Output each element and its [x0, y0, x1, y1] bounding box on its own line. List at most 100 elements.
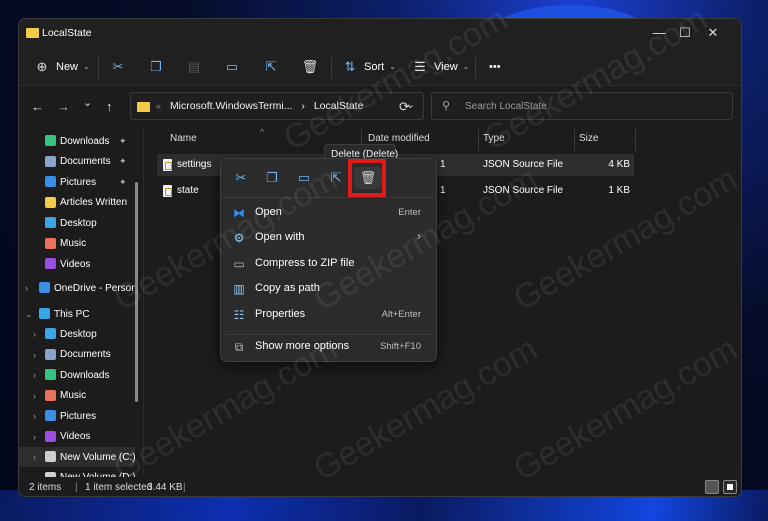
expand-chevron-icon[interactable]: ›: [25, 283, 28, 293]
collapse-chevron-icon[interactable]: ⌄: [25, 309, 33, 320]
copy-button[interactable]: ❐: [147, 55, 165, 79]
status-bar: 2 items | 1 item selected 3.44 KB |: [19, 477, 741, 496]
sidebar-item-videos[interactable]: Videos: [19, 254, 135, 274]
cut-button[interactable]: ✂: [109, 55, 127, 79]
menu-item-label: Open: [255, 206, 282, 218]
menu-item-show-more-options[interactable]: ⧉ Show more options Shift+F10: [225, 335, 433, 359]
expand-chevron-icon[interactable]: ›: [33, 329, 36, 339]
cm-copy-button[interactable]: ❐: [258, 167, 286, 189]
expand-chevron-icon[interactable]: ›: [33, 452, 36, 462]
sidebar-item-pictures[interactable]: Pictures ✦: [19, 172, 135, 192]
sidebar-item-pc-pictures[interactable]: › Pictures: [19, 406, 135, 426]
details-view-button[interactable]: [705, 480, 719, 494]
pane-divider[interactable]: [143, 127, 144, 477]
sidebar-item-this-pc[interactable]: ⌄ This PC: [19, 304, 135, 324]
up-button[interactable]: ↑: [106, 99, 113, 114]
articles-written-icon: [45, 196, 56, 208]
cm-share-button[interactable]: ⇱: [322, 167, 350, 189]
breadcrumb-current[interactable]: LocalState: [314, 100, 364, 112]
expand-chevron-icon[interactable]: ›: [33, 350, 36, 360]
sidebar-item-pc-music[interactable]: › Music: [19, 386, 135, 406]
column-header-type[interactable]: Type: [483, 133, 505, 144]
sidebar-item-label: Music: [60, 238, 87, 249]
search-box[interactable]: ⚲ Search LocalState: [431, 92, 733, 120]
refresh-button[interactable]: ⟳: [399, 99, 410, 115]
menu-item-label: Show more options: [255, 340, 350, 352]
chevron-down-icon: ⌄: [83, 62, 90, 71]
minimize-button[interactable]: —: [645, 22, 673, 44]
sidebar-item-pc-videos[interactable]: › Videos: [19, 427, 135, 447]
menu-item-label: Properties: [255, 308, 306, 320]
expand-chevron-icon[interactable]: ›: [33, 370, 36, 380]
maximize-button[interactable]: ☐: [671, 22, 699, 44]
cm-cut-button[interactable]: ✂: [227, 167, 255, 189]
breadcrumb-parent[interactable]: Microsoft.WindowsTermi...: [170, 100, 293, 112]
column-divider[interactable]: [478, 129, 479, 151]
sidebar-item-label: Desktop: [60, 328, 97, 340]
file-type: JSON Source File: [483, 159, 564, 170]
pin-icon: ✦: [119, 156, 127, 166]
expand-chevron-icon[interactable]: ›: [33, 411, 36, 421]
address-bar[interactable]: « Microsoft.WindowsTermi... › LocalState…: [130, 92, 424, 120]
sidebar-item-label: Documents: [60, 156, 111, 167]
sidebar-item-articles-written[interactable]: Articles Written: [19, 193, 135, 213]
sidebar-item-label: Pictures: [60, 410, 97, 422]
back-button[interactable]: ←: [31, 99, 44, 114]
sort-button[interactable]: ⇅ Sort ⌄: [341, 55, 396, 79]
cm-rename-button[interactable]: ▭: [290, 167, 318, 189]
paste-button[interactable]: ▤: [185, 55, 203, 79]
menu-item-compress-zip[interactable]: ▭ Compress to ZIP file: [225, 252, 433, 276]
sidebar-item-onedrive[interactable]: › OneDrive - Person: [19, 278, 137, 298]
column-divider[interactable]: [574, 129, 575, 151]
view-button[interactable]: ☰ View ⌄: [411, 55, 469, 79]
new-button[interactable]: ⊕ New ⌄: [33, 55, 90, 79]
share-button[interactable]: ⇱: [262, 55, 280, 79]
sidebar-item-label: Downloads: [60, 135, 110, 147]
music-icon: [45, 237, 56, 249]
folder-icon: [26, 28, 39, 38]
view-list-icon: ☰: [414, 59, 426, 74]
menu-item-properties[interactable]: ☷ Properties Alt+Enter: [225, 303, 433, 327]
menu-item-open-with[interactable]: ⚙ Open with ›: [225, 226, 433, 250]
sidebar-item-documents[interactable]: Documents ✦: [19, 152, 135, 172]
column-divider[interactable]: [635, 129, 636, 151]
pin-icon: ✦: [119, 135, 127, 146]
breadcrumb-separator[interactable]: ›: [301, 100, 305, 112]
sidebar-item-pc-documents[interactable]: › Documents: [19, 345, 135, 365]
share-icon: ⇱: [265, 59, 277, 74]
expand-chevron-icon[interactable]: ›: [33, 391, 36, 401]
rename-button[interactable]: ▭: [223, 55, 241, 79]
delete-button[interactable]: 🗑: [301, 55, 319, 79]
context-menu: ✂ ❐ ▭ ⇱ 🗑 ⧓ Open Enter ⚙ Open with › ▭ C…: [220, 158, 437, 362]
sidebar-item-music[interactable]: Music: [19, 234, 135, 254]
sidebar-item-label: OneDrive - Person: [54, 282, 137, 294]
sidebar-item-pc-new-volume-d[interactable]: ›New Volume (D:): [19, 468, 136, 477]
sidebar-item-pc-new-volume-c[interactable]: › New Volume (C:): [19, 447, 136, 467]
sidebar-item-downloads[interactable]: Downloads ✦: [19, 131, 135, 151]
close-button[interactable]: ✕: [699, 22, 727, 44]
sidebar-item-label: New Volume (C:): [60, 451, 136, 463]
file-type: JSON Source File: [483, 185, 564, 196]
breadcrumb-overflow[interactable]: «: [156, 101, 161, 111]
properties-icon: ☷: [233, 308, 245, 322]
sidebar-item-desktop[interactable]: Desktop: [19, 213, 135, 233]
column-header-date[interactable]: Date modified: [368, 133, 430, 144]
toolbar-divider: [98, 57, 99, 79]
see-more-button[interactable]: •••: [489, 55, 501, 79]
expand-chevron-icon[interactable]: ›: [33, 432, 36, 442]
file-size: 4 KB: [608, 159, 630, 170]
recent-locations-button[interactable]: ⌄: [83, 96, 92, 109]
zip-folder-icon: ▭: [233, 257, 245, 271]
open-with-icon: ⚙: [233, 231, 245, 245]
plus-circle-icon: ⊕: [36, 59, 48, 74]
large-icons-view-button[interactable]: [723, 480, 737, 494]
navigation-pane-scrollbar[interactable]: [135, 182, 138, 402]
menu-item-open[interactable]: ⧓ Open Enter: [225, 201, 433, 225]
menu-item-copy-as-path[interactable]: ▥ Copy as path: [225, 277, 433, 301]
vscode-icon: ⧓: [233, 206, 245, 220]
column-header-size[interactable]: Size: [579, 133, 598, 144]
forward-button[interactable]: →: [57, 99, 70, 114]
column-header-name[interactable]: Name: [170, 133, 197, 144]
sidebar-item-pc-desktop[interactable]: › Desktop: [19, 324, 135, 344]
sidebar-item-pc-downloads[interactable]: › Downloads: [19, 365, 135, 385]
